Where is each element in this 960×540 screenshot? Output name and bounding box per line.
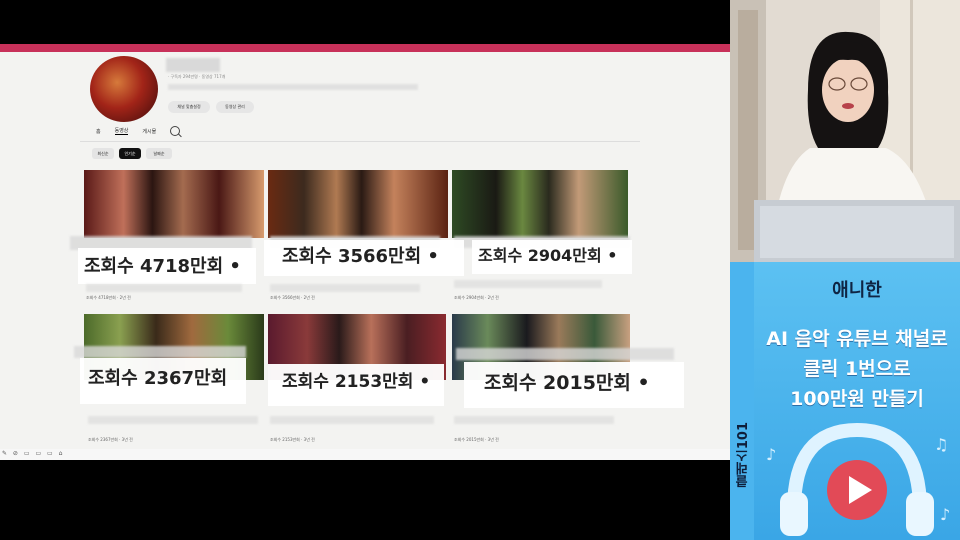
customize-channel-button[interactable]: 채널 맞춤설정 [168, 101, 210, 113]
chip-popular[interactable]: 인기순 [119, 148, 141, 159]
video-meta: 조회수 2015만회 · 3년 전 [454, 437, 499, 442]
video-view-count: 조회수 2367만회 [80, 358, 246, 404]
tabs-divider [80, 141, 640, 142]
tab-videos[interactable]: 동영상 [114, 127, 129, 135]
channel-tabs: 홈 동영상 게시물 [96, 124, 181, 138]
video-thumbnail[interactable] [452, 170, 628, 238]
svg-text:♪: ♪ [940, 505, 950, 524]
tab-home[interactable]: 홈 [96, 128, 101, 135]
channel-avatar[interactable] [90, 56, 158, 122]
video-view-count: 조회수 3566만회 • [264, 240, 464, 276]
video-meta: 조회수 3566만회 · 2년 전 [270, 295, 315, 300]
video-subtitle-blurred [454, 280, 602, 288]
video-subtitle-blurred [88, 416, 258, 424]
channel-meta: · 구독자 294만명 · 동영상 717개 [168, 74, 226, 79]
promo-banner[interactable]: 클래스101 애니한 AI 음악 유튜브 채널로 클릭 1번으로 100만원 만… [730, 262, 960, 540]
headphones-play-icon: ♪ ♫ ♪ [766, 422, 950, 536]
video-thumbnail[interactable] [84, 170, 264, 238]
browser-top-bar [0, 44, 730, 52]
video-meta: 조회수 4718만회 · 2년 전 [86, 295, 131, 300]
svg-text:♪: ♪ [766, 445, 776, 464]
shared-screen: · 구독자 294만명 · 동영상 717개 채널 맞춤설정 동영상 관리 홈 … [0, 44, 730, 460]
banner-side-strip [730, 262, 754, 540]
video-subtitle-blurred [454, 416, 614, 424]
video-view-count: 조회수 4718만회 • [78, 248, 256, 284]
video-view-count: 조회수 2904만회 • [472, 240, 632, 274]
taskbar-icons: ✎ ⊘ ▭ ▭ ▭ ⌂ [2, 450, 65, 457]
presenter-illustration [730, 0, 960, 262]
chip-oldest[interactable]: 날짜순 [146, 148, 172, 159]
video-title-blurred [74, 346, 246, 358]
video-title-blurred [456, 348, 674, 360]
manage-videos-button[interactable]: 동영상 관리 [216, 101, 254, 113]
video-meta: 조회수 2367만회 · 3년 전 [88, 437, 133, 442]
svg-text:♫: ♫ [934, 435, 948, 454]
chip-latest[interactable]: 최신순 [92, 148, 114, 159]
banner-title: 애니한 [832, 280, 882, 301]
banner-side-label: 클래스101 [736, 422, 751, 489]
video-subtitle-blurred [86, 284, 242, 292]
search-icon[interactable] [170, 126, 181, 136]
video-subtitle-blurred [270, 416, 434, 424]
screen-bottom-strip [0, 449, 730, 460]
video-thumbnail[interactable] [268, 170, 448, 238]
banner-headline-1: AI 음악 유튜브 채널로 [766, 328, 948, 350]
video-meta: 조회수 2904만회 · 2년 전 [454, 295, 499, 300]
banner-headline-2: 클릭 1번으로 [803, 358, 911, 380]
channel-name-blurred [166, 58, 220, 72]
banner-headline-3: 100만원 만들기 [790, 388, 924, 410]
channel-description-blurred [168, 84, 418, 90]
video-meta: 조회수 2153만회 · 3년 전 [270, 437, 315, 442]
presenter-video [730, 0, 960, 262]
video-subtitle-blurred [270, 284, 420, 292]
video-view-count: 조회수 2015만회 • [464, 362, 684, 408]
video-view-count: 조회수 2153만회 • [268, 364, 444, 406]
tab-posts[interactable]: 게시물 [142, 128, 156, 135]
